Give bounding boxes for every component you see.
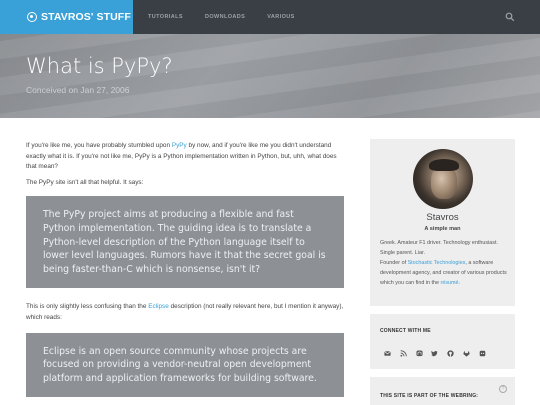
webring-heading: THIS SITE IS PART OF THE WEBRING:: [380, 393, 479, 399]
webring-card: THIS SITE IS PART OF THE WEBRING: ?: [370, 377, 515, 405]
main-nav: TUTORIALS DOWNLOADS VARIOUS: [148, 0, 317, 34]
resume-link[interactable]: résumé: [441, 280, 459, 286]
article-body: If you're like me, you have probably stu…: [26, 141, 344, 398]
profile-bio: Greek. Amateur F1 driver. Technology ent…: [380, 238, 510, 288]
bio-text: .: [458, 280, 461, 286]
article-paragraph-1: If you're like me, you have probably stu…: [26, 141, 344, 173]
top-navbar: STAVROS' STUFF TUTORIALS DOWNLOADS VARIO…: [0, 0, 540, 34]
profile-card: Stavros A simple man Greek. Amateur F1 d…: [370, 139, 515, 306]
keybase-icon[interactable]: [479, 350, 486, 357]
paragraph-text: This is only slightly less confusing tha…: [26, 303, 149, 311]
nav-downloads-link[interactable]: DOWNLOADS: [205, 14, 245, 20]
nav-various-link[interactable]: VARIOUS: [267, 14, 294, 20]
hero-banner: What is PyPy? Conceived on Jan 27, 2006: [0, 34, 540, 118]
site-title: STAVROS' STUFF: [41, 11, 131, 23]
rss-icon[interactable]: [400, 350, 407, 357]
blockquote-pypy: The PyPy project aims at producing a fle…: [26, 196, 344, 289]
nav-tutorials-link[interactable]: TUTORIALS: [148, 14, 183, 20]
search-icon[interactable]: [505, 12, 515, 22]
blockquote-eclipse: Eclipse is an open source community whos…: [26, 332, 344, 398]
post-date: Conceived on Jan 27, 2006: [26, 85, 130, 95]
connect-heading: CONNECT WITH ME: [380, 328, 431, 334]
eclipse-link[interactable]: Eclipse: [148, 303, 169, 310]
twitter-icon[interactable]: [431, 350, 438, 357]
email-icon[interactable]: [384, 350, 391, 357]
github-icon[interactable]: [447, 350, 454, 357]
pypy-link[interactable]: PyPy: [172, 142, 187, 149]
gitlab-icon[interactable]: [463, 350, 470, 357]
bio-text: Greek. Amateur F1 driver. Technology ent…: [380, 240, 498, 256]
article-paragraph-2: The PyPy site isn't all that helpful. It…: [26, 178, 144, 186]
connect-card: CONNECT WITH ME: [370, 314, 515, 369]
logo-icon: [27, 12, 37, 22]
avatar: [413, 149, 473, 209]
article-paragraph-3: This is only slightly less confusing tha…: [26, 302, 344, 323]
bio-text: Founder of: [380, 260, 408, 266]
sidebar: Stavros A simple man Greek. Amateur F1 d…: [370, 139, 515, 405]
social-links: [384, 350, 495, 357]
paragraph-text: If you're like me, you have probably stu…: [26, 142, 172, 149]
page-title: What is PyPy?: [26, 54, 173, 78]
site-brand-link[interactable]: STAVROS' STUFF: [0, 0, 133, 34]
profile-tagline: A simple man: [424, 226, 461, 232]
help-icon[interactable]: ?: [499, 385, 507, 393]
profile-name: Stavros: [426, 212, 459, 223]
stochastic-link[interactable]: Stochastic Technologies: [408, 260, 466, 266]
mastodon-icon[interactable]: [416, 350, 423, 357]
